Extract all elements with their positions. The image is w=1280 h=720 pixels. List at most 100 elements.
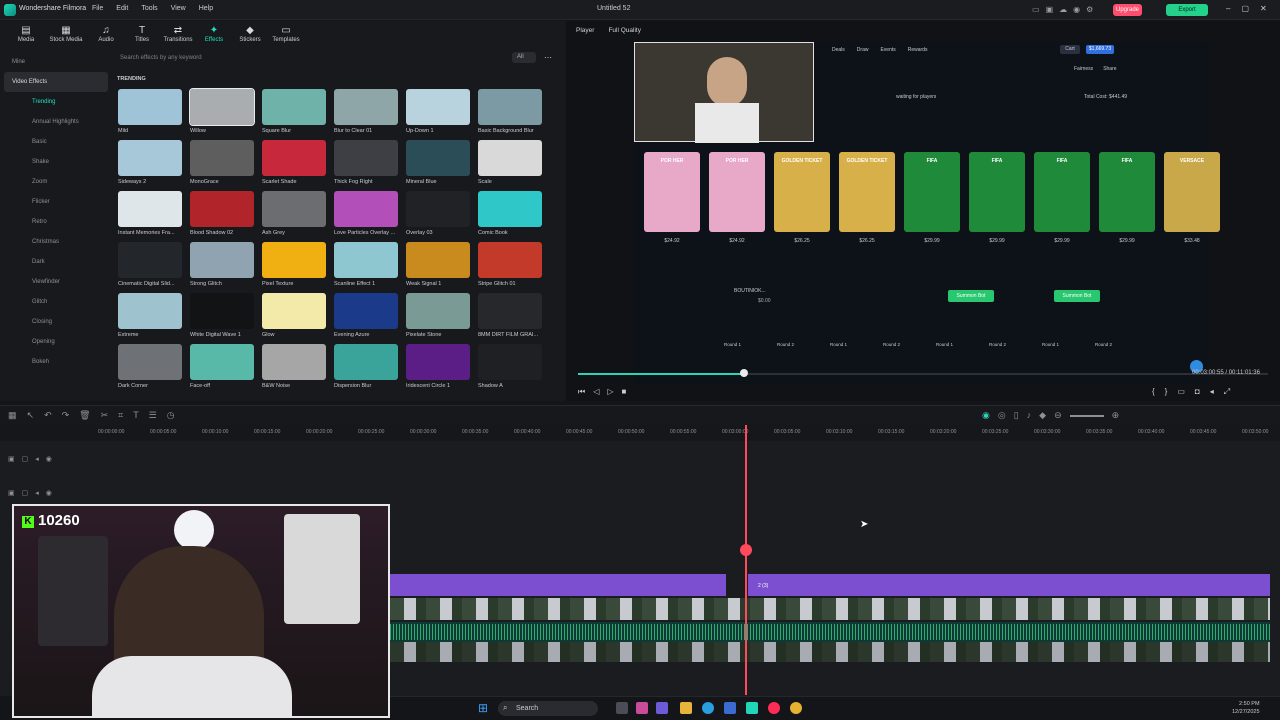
category-retro[interactable]: Retro bbox=[4, 212, 108, 232]
shield-icon[interactable]: ▯ bbox=[1014, 410, 1019, 421]
store-icon[interactable] bbox=[724, 702, 736, 714]
menu-file[interactable]: File bbox=[92, 5, 103, 12]
eye-icon[interactable]: ◉ bbox=[46, 455, 52, 463]
video-clip-track-2[interactable] bbox=[390, 642, 1270, 662]
tab-stock-media[interactable]: ▦ Stock Media bbox=[44, 25, 88, 43]
category-video-effects[interactable]: Video Effects bbox=[4, 72, 108, 92]
effect-item[interactable]: Evening Azure bbox=[334, 293, 398, 338]
effect-item[interactable]: Ash Grey bbox=[262, 191, 326, 236]
effect-item[interactable]: Mineral Blue bbox=[406, 140, 470, 185]
filter-dropdown[interactable]: All bbox=[512, 52, 536, 63]
playhead[interactable] bbox=[745, 425, 747, 695]
category-trending[interactable]: Trending bbox=[4, 92, 108, 112]
effect-item[interactable]: Dark Corner bbox=[118, 344, 182, 389]
category-glitch[interactable]: Glitch bbox=[4, 292, 108, 312]
zoom-in-icon[interactable]: ⊕ bbox=[1112, 410, 1120, 421]
taskbar-search[interactable]: Search bbox=[498, 701, 598, 716]
cloud-icon[interactable]: ☁ bbox=[1059, 5, 1067, 14]
purple-clip-1[interactable] bbox=[390, 574, 726, 596]
mic-icon[interactable]: ♪ bbox=[1027, 410, 1032, 421]
effect-item[interactable]: Scale bbox=[478, 140, 542, 185]
more-options-icon[interactable]: ⋯ bbox=[544, 53, 552, 62]
tab-audio[interactable]: ♫ Audio bbox=[88, 25, 124, 43]
delete-icon[interactable]: 🗑 bbox=[79, 410, 90, 421]
folder-icon[interactable]: ▢ bbox=[22, 455, 29, 463]
category-opening[interactable]: Opening bbox=[4, 332, 108, 352]
redo-icon[interactable]: ↷ bbox=[62, 410, 70, 421]
category-viewfinder[interactable]: Viewfinder bbox=[4, 272, 108, 292]
tab-transitions[interactable]: ⇄ Transitions bbox=[160, 25, 196, 43]
effect-item[interactable]: Scarlet Shade bbox=[262, 140, 326, 185]
settings-icon[interactable]: ⚙ bbox=[1086, 5, 1093, 14]
effect-item[interactable]: Face-off bbox=[190, 344, 254, 389]
effect-item[interactable]: MonoGrace bbox=[190, 140, 254, 185]
effect-item[interactable]: B&W Noise bbox=[262, 344, 326, 389]
play-back-icon[interactable]: ◁ bbox=[593, 387, 599, 397]
effect-item[interactable]: Dispersion Blur bbox=[334, 344, 398, 389]
grid-icon[interactable]: ▦ bbox=[8, 410, 17, 421]
effect-item[interactable]: Willow bbox=[189, 88, 255, 134]
chrome-icon[interactable] bbox=[790, 702, 802, 714]
effect-item[interactable]: Stripe Glitch 01 bbox=[478, 242, 542, 287]
system-clock[interactable]: 2:50 PM 12/27/2025 bbox=[1232, 700, 1260, 716]
video-preview[interactable]: Deals Draw Events Rewards Cart $1,669.73… bbox=[634, 42, 1220, 384]
menu-edit[interactable]: Edit bbox=[116, 5, 128, 12]
edge-icon[interactable] bbox=[702, 702, 714, 714]
category-basic[interactable]: Basic bbox=[4, 132, 108, 152]
prev-frame-icon[interactable]: ⏮ bbox=[578, 387, 585, 397]
speed-icon[interactable]: ◷ bbox=[167, 410, 175, 421]
copilot-icon[interactable] bbox=[636, 702, 648, 714]
effect-item[interactable]: Glow bbox=[262, 293, 326, 338]
effect-item[interactable]: Iridescent Circle 1 bbox=[406, 344, 470, 389]
category-shake[interactable]: Shake bbox=[4, 152, 108, 172]
upgrade-button[interactable]: Upgrade bbox=[1113, 4, 1142, 16]
effect-item[interactable]: Square Blur bbox=[262, 89, 326, 134]
task-view-icon[interactable] bbox=[616, 702, 628, 714]
effect-item[interactable]: Sideways 2 bbox=[118, 140, 182, 185]
split-icon[interactable]: ✂ bbox=[101, 410, 109, 421]
text-icon[interactable]: T bbox=[133, 410, 139, 421]
effects-search-input[interactable]: Search effects by any keyword bbox=[114, 51, 540, 65]
effect-item[interactable]: White Digital Wave 1 bbox=[190, 293, 254, 338]
category-zoom[interactable]: Zoom bbox=[4, 172, 108, 192]
save-icon[interactable]: ▣ bbox=[1046, 5, 1054, 14]
app-icon[interactable] bbox=[768, 702, 780, 714]
audio-mute-icon[interactable]: ◂ bbox=[35, 455, 39, 463]
category-mine[interactable]: Mine bbox=[4, 52, 108, 72]
category-closing[interactable]: Closing bbox=[4, 312, 108, 332]
video-clip-track[interactable] bbox=[390, 598, 1270, 620]
stop-icon[interactable]: ■ bbox=[622, 387, 627, 397]
effect-item[interactable]: Pixelate Stone bbox=[406, 293, 470, 338]
effect-item[interactable]: 8MM DIRT FILM GRAI... bbox=[478, 293, 542, 338]
effect-item[interactable]: Comic Book bbox=[478, 191, 542, 236]
screen-icon[interactable]: ▭ bbox=[1177, 387, 1185, 397]
effect-item[interactable]: Mild bbox=[118, 89, 182, 134]
seek-knob[interactable] bbox=[739, 369, 748, 377]
folder-icon[interactable]: ▢ bbox=[22, 489, 29, 497]
effect-item[interactable]: Weak Signal 1 bbox=[406, 242, 470, 287]
effect-item[interactable]: Shadow A bbox=[478, 344, 542, 389]
category-annual-highlights[interactable]: Annual Highlights bbox=[4, 112, 108, 132]
headset-icon[interactable]: ◉ bbox=[1073, 5, 1080, 14]
effect-item[interactable]: Extreme bbox=[118, 293, 182, 338]
zoom-slider[interactable] bbox=[1069, 415, 1104, 417]
marker-icon[interactable]: ◆ bbox=[1039, 410, 1046, 421]
category-dark[interactable]: Dark bbox=[4, 252, 108, 272]
file-explorer-icon[interactable] bbox=[680, 702, 692, 714]
tab-effects[interactable]: ✦ Effects bbox=[196, 25, 232, 43]
audio-mute-icon[interactable]: ◂ bbox=[35, 489, 39, 497]
menu-view[interactable]: View bbox=[171, 5, 186, 12]
teams-icon[interactable] bbox=[656, 702, 668, 714]
tab-templates[interactable]: ▭ Templates bbox=[268, 25, 304, 43]
menu-help[interactable]: Help bbox=[199, 5, 213, 12]
select-icon[interactable]: ↖ bbox=[27, 410, 35, 421]
record-icon[interactable]: ◎ bbox=[998, 410, 1006, 421]
render-icon[interactable]: ◉ bbox=[982, 410, 990, 421]
filmora-taskbar-icon[interactable] bbox=[746, 702, 758, 714]
quality-dropdown[interactable]: Full Quality bbox=[608, 27, 641, 34]
effect-item[interactable]: Love Particles Overlay ... bbox=[334, 191, 398, 236]
undo-icon[interactable]: ↶ bbox=[44, 410, 52, 421]
effect-item[interactable]: Blood Shadow 02 bbox=[190, 191, 254, 236]
minimize-icon[interactable]: – bbox=[1226, 4, 1230, 13]
snapshot-icon[interactable]: ◘ bbox=[1195, 387, 1200, 397]
